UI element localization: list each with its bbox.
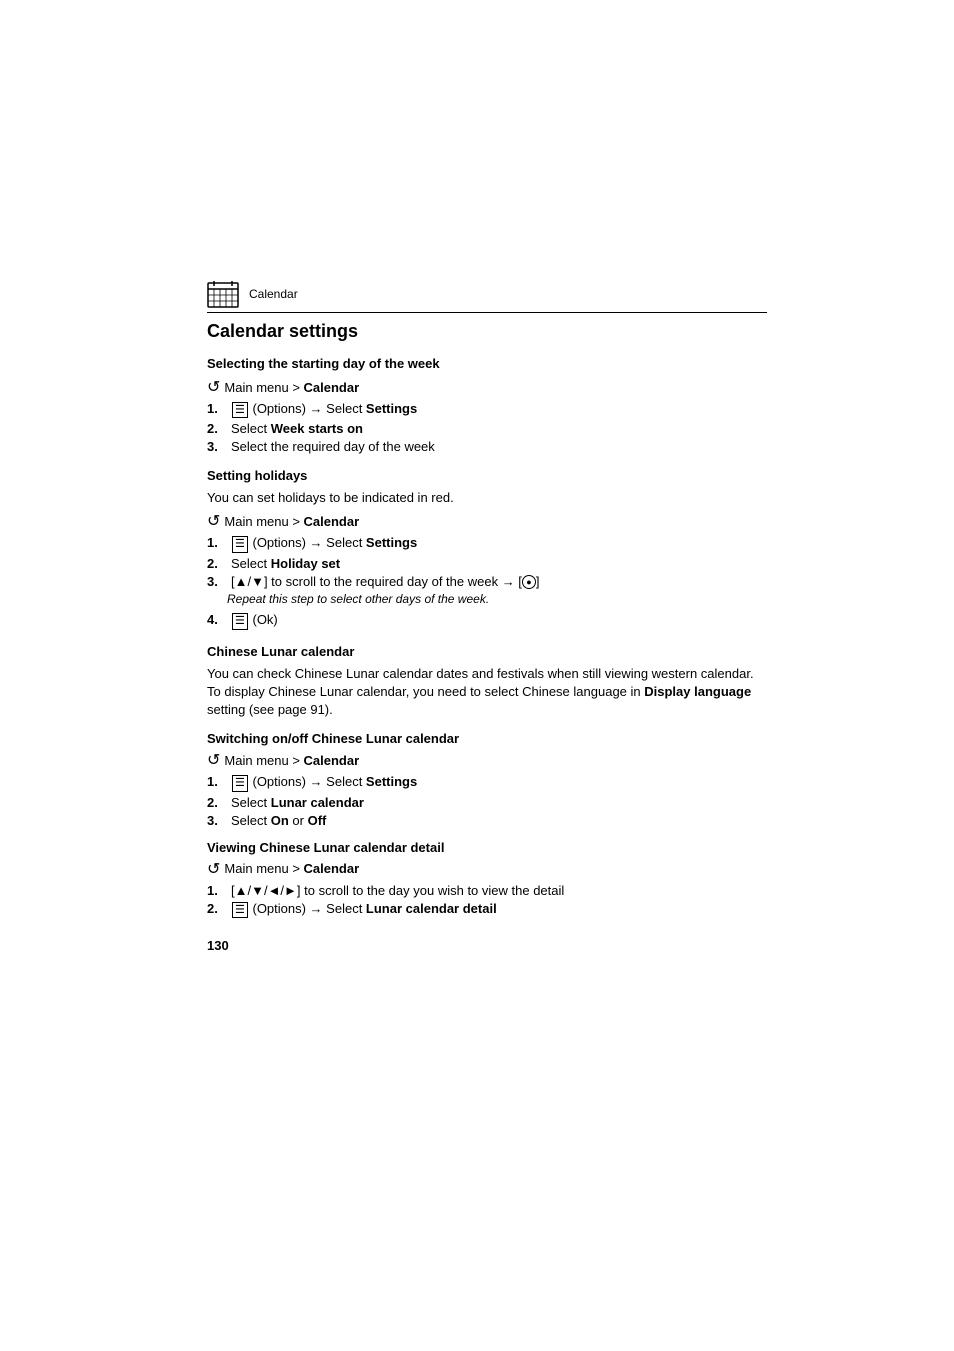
viewing-subsection: Viewing Chinese Lunar calendar detail ↺ … — [207, 840, 767, 918]
holidays-steps: 1. ☰ (Options) → Select Settings 2. Sele… — [207, 535, 767, 629]
section-label: Calendar — [249, 287, 298, 301]
italic-note: Repeat this step to select other days of… — [227, 592, 489, 606]
step-number: 2. — [207, 901, 227, 916]
step-item: 1. ☰ (Options) → Select Settings — [207, 774, 767, 791]
switching-nav: ↺ Main menu > Calendar — [207, 750, 767, 770]
step-number: 2. — [207, 421, 227, 436]
section-header: Calendar — [207, 280, 767, 313]
step-item: 2. Select Holiday set — [207, 556, 767, 571]
options-button-icon: ☰ — [232, 902, 248, 918]
step-number: 1. — [207, 535, 227, 550]
week-start-nav: ↺ Main menu > Calendar — [207, 377, 767, 397]
switching-steps: 1. ☰ (Options) → Select Settings 2. Sele… — [207, 774, 767, 827]
switching-subsection: Switching on/off Chinese Lunar calendar … — [207, 731, 767, 827]
viewing-nav: ↺ Main menu > Calendar — [207, 859, 767, 879]
center-button-icon: ● — [522, 575, 536, 589]
step-number: 3. — [207, 574, 227, 589]
step-number: 2. — [207, 556, 227, 571]
switching-nav-text: Main menu > Calendar — [224, 753, 359, 768]
step-content: ☰ (Ok) — [231, 612, 767, 629]
step-content: [▲/▼] to scroll to the required day of t… — [231, 574, 767, 590]
holidays-nav: ↺ Main menu > Calendar — [207, 511, 767, 531]
nav-arrow-icon: ↺ — [207, 859, 220, 879]
step-number: 1. — [207, 401, 227, 416]
step-content: Select Holiday set — [231, 556, 767, 571]
step-item: 4. ☰ (Ok) — [207, 612, 767, 629]
chinese-lunar-description: You can check Chinese Lunar calendar dat… — [207, 665, 767, 720]
step-item: 1. ☰ (Options) → Select Settings — [207, 401, 767, 418]
step-number: 1. — [207, 883, 227, 898]
step-content: Select the required day of the week — [231, 439, 767, 454]
viewing-steps: 1. [▲/▼/◄/►] to scroll to the day you wi… — [207, 883, 767, 918]
chinese-lunar-title: Chinese Lunar calendar — [207, 644, 767, 659]
step-content: Select On or Off — [231, 813, 767, 828]
step-number: 4. — [207, 612, 227, 627]
step-item: 1. [▲/▼/◄/►] to scroll to the day you wi… — [207, 883, 767, 898]
page-number: 130 — [207, 938, 767, 953]
step-number: 3. — [207, 813, 227, 828]
step-content: Select Week starts on — [231, 421, 767, 436]
ok-button-icon: ☰ — [232, 613, 248, 629]
week-start-section: Selecting the starting day of the week ↺… — [207, 356, 767, 454]
step-content: [▲/▼/◄/►] to scroll to the day you wish … — [231, 883, 767, 898]
viewing-title: Viewing Chinese Lunar calendar detail — [207, 840, 767, 855]
step-item: 3. Select On or Off — [207, 813, 767, 828]
week-start-title: Selecting the starting day of the week — [207, 356, 767, 371]
holidays-section: Setting holidays You can set holidays to… — [207, 468, 767, 629]
calendar-icon — [207, 280, 239, 308]
page-title: Calendar settings — [207, 321, 767, 342]
step-item: 2. Select Week starts on — [207, 421, 767, 436]
holidays-description: You can set holidays to be indicated in … — [207, 489, 767, 507]
step-number: 3. — [207, 439, 227, 454]
nav-arrow-icon: ↺ — [207, 377, 220, 397]
step-content: ☰ (Options) → Select Lunar calendar deta… — [231, 901, 767, 918]
step-content: ☰ (Options) → Select Settings — [231, 535, 767, 552]
step-item: 3. [▲/▼] to scroll to the required day o… — [207, 574, 767, 590]
step-item: 3. Select the required day of the week — [207, 439, 767, 454]
viewing-nav-text: Main menu > Calendar — [224, 861, 359, 876]
holidays-title: Setting holidays — [207, 468, 767, 483]
switching-title: Switching on/off Chinese Lunar calendar — [207, 731, 767, 746]
step-content: ☰ (Options) → Select Settings — [231, 401, 767, 418]
options-button-icon: ☰ — [232, 402, 248, 418]
options-button-icon: ☰ — [232, 536, 248, 552]
step-item: 2. Select Lunar calendar — [207, 795, 767, 810]
step-number: 2. — [207, 795, 227, 810]
nav-arrow-icon: ↺ — [207, 750, 220, 770]
nav-arrow-icon: ↺ — [207, 511, 220, 531]
holidays-nav-text: Main menu > Calendar — [224, 514, 359, 529]
chinese-lunar-section: Chinese Lunar calendar You can check Chi… — [207, 644, 767, 918]
options-button-icon: ☰ — [232, 775, 248, 791]
content-area: Calendar Calendar settings Selecting the… — [127, 0, 827, 1013]
italic-note-item: Repeat this step to select other days of… — [227, 592, 767, 609]
step-number: 1. — [207, 774, 227, 789]
week-start-nav-text: Main menu > Calendar — [224, 380, 359, 395]
week-start-steps: 1. ☰ (Options) → Select Settings 2. Sele… — [207, 401, 767, 454]
step-content: Select Lunar calendar — [231, 795, 767, 810]
page-container: Calendar Calendar settings Selecting the… — [0, 0, 954, 1351]
step-item: 1. ☰ (Options) → Select Settings — [207, 535, 767, 552]
step-content: ☰ (Options) → Select Settings — [231, 774, 767, 791]
step-item: 2. ☰ (Options) → Select Lunar calendar d… — [207, 901, 767, 918]
